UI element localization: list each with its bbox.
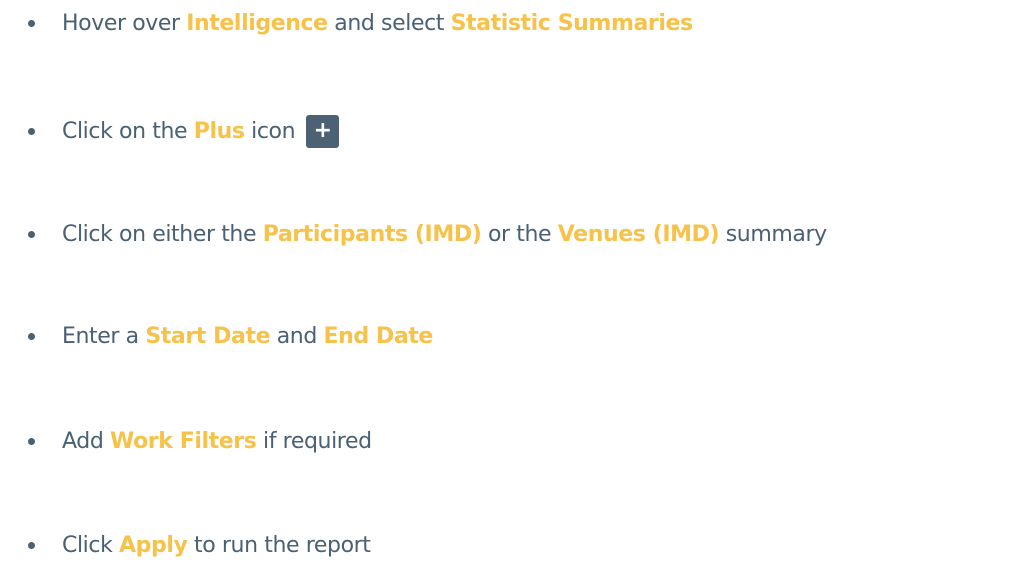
step-text: to run the report: [194, 532, 371, 558]
bullet-dot: [28, 230, 35, 238]
bullet-dot: [28, 332, 35, 340]
highlight-venues-imd: Venues (IMD): [557, 221, 720, 247]
step-text: if required: [263, 428, 372, 454]
step-text: summary: [725, 221, 827, 247]
highlight-plus: Plus: [193, 118, 245, 144]
step-text: Click on either the: [62, 221, 257, 247]
step-5: Add Work Filters if required: [0, 421, 1009, 461]
step-4: Enter a Start Date and End Date: [0, 316, 1009, 356]
step-2: Click on the Plus icon +: [0, 111, 1009, 151]
highlight-start-date: Start Date: [145, 323, 271, 349]
bullet-dot: [28, 437, 35, 445]
step-1: Hover over Intelligence and select Stati…: [0, 3, 1009, 43]
highlight-work-filters: Work Filters: [110, 428, 257, 454]
highlight-end-date: End Date: [323, 323, 434, 349]
highlight-statistic-summaries: Statistic Summaries: [450, 10, 694, 36]
step-3: Click on either the Participants (IMD) o…: [0, 214, 1009, 254]
step-text: and select: [334, 10, 444, 36]
step-text: Click: [62, 532, 113, 558]
step-5-text: Add Work Filters if required: [62, 429, 372, 454]
bullet-dot: [28, 19, 35, 27]
highlight-intelligence: Intelligence: [186, 10, 328, 36]
step-text: and: [276, 323, 318, 349]
bullet-dot: [28, 541, 35, 549]
step-text: or the: [487, 221, 552, 247]
step-text: Add: [62, 428, 104, 454]
step-4-text: Enter a Start Date and End Date: [62, 324, 433, 349]
step-1-text: Hover over Intelligence and select Stati…: [62, 11, 693, 36]
step-text: icon: [251, 118, 296, 144]
step-text: Hover over: [62, 10, 180, 36]
bullet-dot: [28, 127, 35, 135]
step-text: Enter a: [62, 323, 139, 349]
step-6: Click Apply to run the report: [0, 525, 1009, 565]
highlight-apply: Apply: [119, 532, 188, 558]
plus-icon[interactable]: +: [306, 114, 340, 148]
highlight-participants-imd: Participants (IMD): [262, 221, 482, 247]
step-2-text: Click on the Plus icon +: [62, 114, 340, 148]
step-text: Click on the: [62, 118, 188, 144]
step-3-text: Click on either the Participants (IMD) o…: [62, 222, 827, 247]
step-6-text: Click Apply to run the report: [62, 533, 371, 558]
